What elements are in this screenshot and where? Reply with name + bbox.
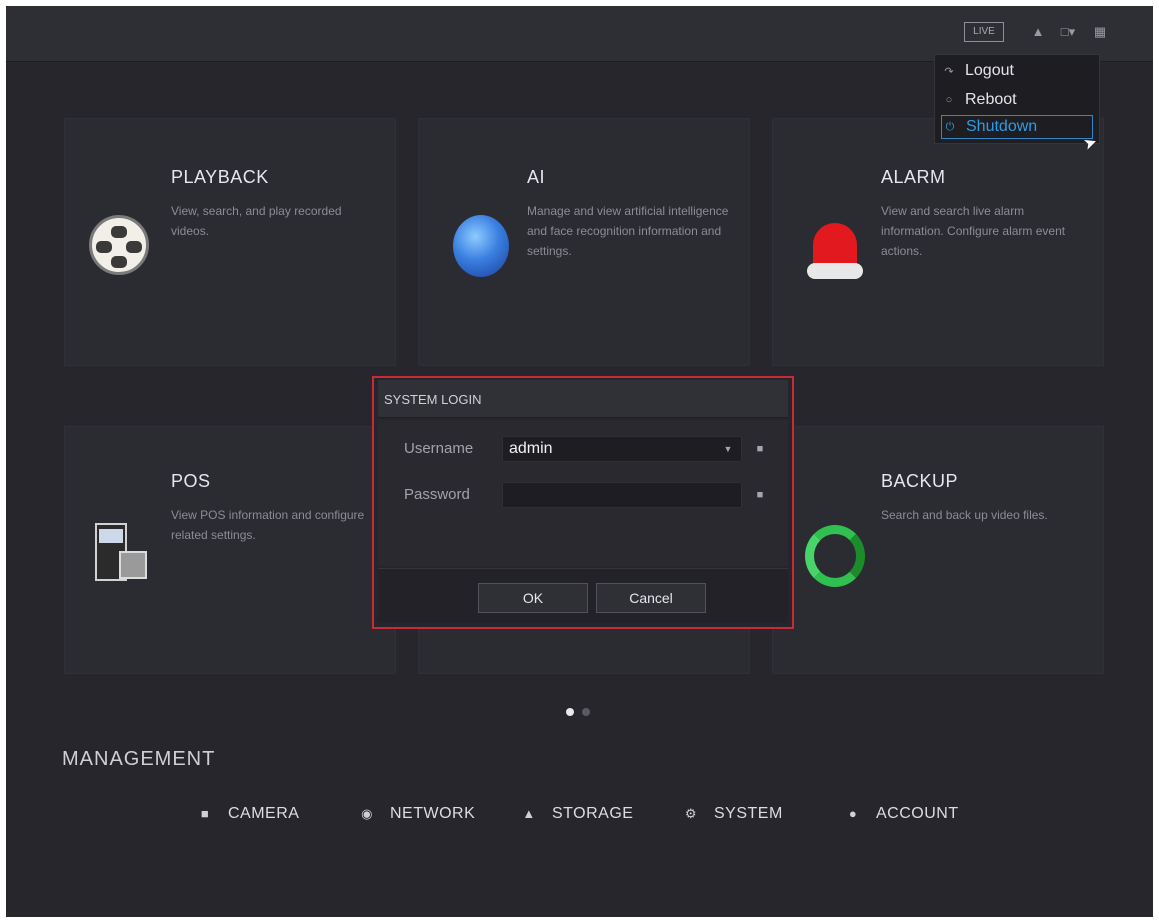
account-icon: ● [848,806,858,821]
cancel-button[interactable]: Cancel [596,583,706,613]
page-dot[interactable] [582,708,590,716]
card-description: Manage and view artificial intelligence … [527,204,729,258]
system-nav-item[interactable]: ⚙ SYSTEM [680,804,783,824]
camera-nav-item[interactable]: ■ CAMERA [194,804,299,824]
storage-nav-item[interactable]: ▲ STORAGE [518,804,633,824]
grid-icon[interactable]: ▦ [1092,22,1108,42]
management-heading: MANAGEMENT [62,748,216,770]
card-description: View, search, and play recorded videos. [171,204,342,238]
page-indicator [566,708,590,716]
storage-icon: ▲ [522,806,536,821]
backup-refresh-icon [805,525,865,587]
system-gear-icon: ⚙ [684,806,698,821]
card-title: ALARM [881,167,946,187]
dialog-title: SYSTEM LOGIN [384,392,482,407]
pos-terminal-icon [91,515,147,585]
card-title: PLAYBACK [171,167,269,187]
ok-button[interactable]: OK [478,583,588,613]
alarm-siren-icon [807,219,863,281]
nav-label: SYSTEM [714,805,783,822]
account-nav-item[interactable]: ● ACCOUNT [842,804,959,824]
menu-item-label: Logout [965,62,1014,79]
nav-label: STORAGE [552,805,634,822]
pos-card[interactable]: POS View POS information and configure r… [64,426,396,674]
nav-label: CAMERA [228,805,300,822]
page-dot-active[interactable] [566,708,574,716]
shutdown-icon: ⏻ [945,120,955,133]
user-select-icon[interactable]: ■ [752,441,768,457]
reboot-icon: ○ [945,94,953,106]
dialog-header: SYSTEM LOGIN [378,380,788,418]
card-title: POS [171,471,211,491]
playback-icon [89,215,149,275]
live-button[interactable]: LIVE [964,22,1004,42]
password-field[interactable] [502,482,742,508]
shutdown-menu-item[interactable]: ⏻ Shutdown [941,115,1093,139]
backup-card[interactable]: BACKUP Search and back up video files. [772,426,1104,674]
card-title: BACKUP [881,471,959,491]
logout-icon: ↷ [944,65,954,78]
system-login-dialog: SYSTEM LOGIN Username admin ▼ ■ Password… [372,376,794,629]
alarm-card[interactable]: ALARM View and search live alarm informa… [772,118,1104,366]
network-nav-item[interactable]: ◉ NETWORK [356,804,475,824]
user-icon[interactable]: ▲ [1030,22,1046,42]
card-description: View and search live alarm information. … [881,204,1066,258]
logout-menu-item[interactable]: ↷ Logout [941,59,1093,83]
dialog-body: Username admin ▼ ■ Password ■ [378,420,788,566]
nav-label: NETWORK [390,805,476,822]
nav-label: ACCOUNT [876,805,959,822]
card-description: View POS information and configure relat… [171,508,365,542]
chevron-down-icon[interactable]: ▼ [720,441,736,457]
playback-card[interactable]: PLAYBACK View, search, and play recorded… [64,118,396,366]
network-icon: ◉ [361,806,373,821]
card-title: AI [527,167,546,187]
power-dropdown-menu: ↷ Logout ○ Reboot ⏻ Shutdown [934,54,1100,144]
password-label: Password [404,486,470,503]
ai-globe-icon [453,215,509,277]
dvr-main-screen: LIVE ▲ □▾ ▦ PLAYBACK View, search, and p… [6,6,1153,917]
power-menu-icon[interactable]: □▾ [1056,22,1080,42]
ai-card[interactable]: AI Manage and view artificial intelligen… [418,118,750,366]
keyboard-icon[interactable]: ■ [752,487,768,503]
reboot-menu-item[interactable]: ○ Reboot [941,88,1093,112]
menu-item-label: Shutdown [966,118,1038,135]
username-label: Username [404,440,474,457]
dialog-footer: OK Cancel [378,568,788,623]
card-description: Search and back up video files. [881,508,1048,522]
menu-item-label: Reboot [965,91,1017,108]
username-field[interactable]: admin [502,436,742,462]
camera-icon: ■ [200,806,210,821]
